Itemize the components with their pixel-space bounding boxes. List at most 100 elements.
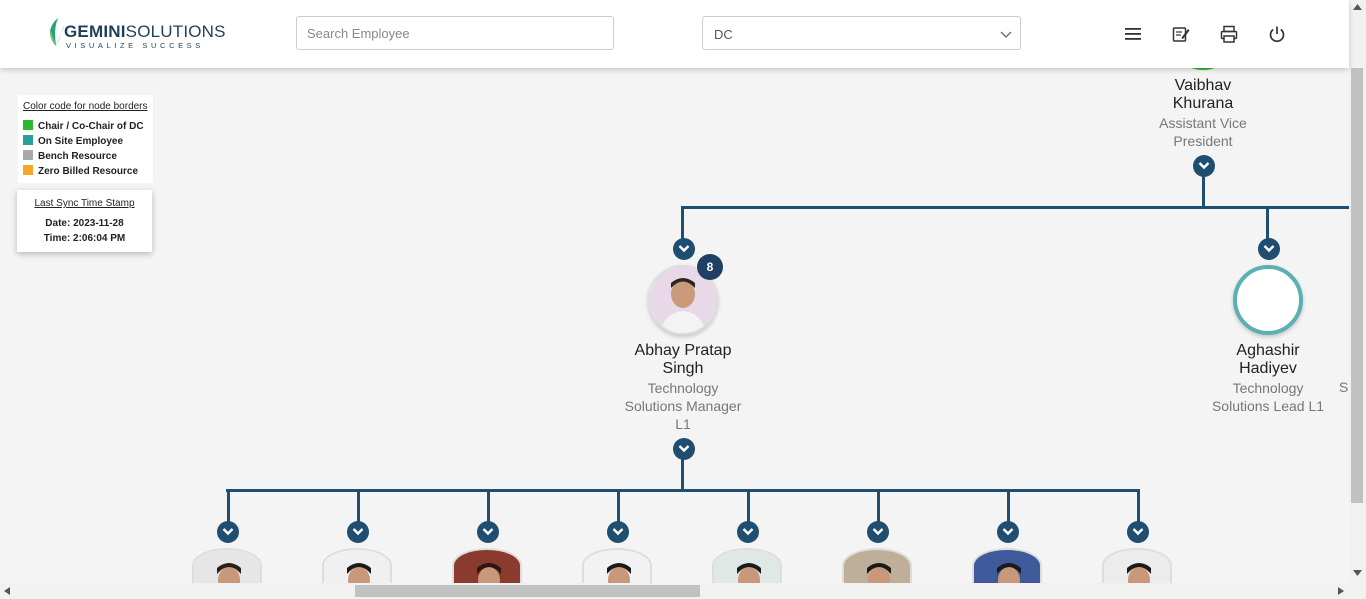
root-title-line: President xyxy=(1173,133,1233,149)
expand-toggle[interactable] xyxy=(1127,521,1149,543)
employee-avatar[interactable] xyxy=(712,548,782,583)
employee-title-line: L1 xyxy=(675,416,691,432)
expand-toggle[interactable] xyxy=(477,521,499,543)
legend-label: Chair / Co-Chair of DC xyxy=(38,121,144,132)
expand-toggle[interactable] xyxy=(607,521,629,543)
legend-swatch xyxy=(23,120,33,130)
person-photo xyxy=(714,550,780,583)
employee-avatar[interactable] xyxy=(1102,548,1172,583)
root-name: Vaibhav Khurana xyxy=(1128,77,1278,113)
scroll-down-arrow-icon[interactable] xyxy=(1353,570,1362,576)
vertical-scroll-thumb[interactable] xyxy=(1351,68,1363,503)
horizontal-scrollbar[interactable] xyxy=(0,583,1349,599)
gemini-logo[interactable]: GEMINISOLUTIONS VISUALIZE SUCCESS xyxy=(46,16,226,52)
employee-avatar[interactable] xyxy=(842,548,912,583)
chevron-down-icon xyxy=(678,245,690,253)
search-employee-input[interactable] xyxy=(296,16,614,50)
employee-name-line: Aghashir xyxy=(1236,342,1300,359)
legend-item: Chair / Co-Chair of DC xyxy=(23,120,144,132)
connector-line xyxy=(1007,489,1010,523)
top-header: GEMINISOLUTIONS VISUALIZE SUCCESS DC xyxy=(0,0,1349,68)
connector-line xyxy=(681,206,1349,209)
legend-label: Zero Billed Resource xyxy=(38,166,139,177)
employee-name: Aghashir Hadiyev xyxy=(1193,342,1343,378)
connector-line xyxy=(226,489,1140,492)
employee-title-line: Solutions Lead L1 xyxy=(1211,398,1325,414)
employee-name-line: Singh xyxy=(662,360,704,377)
expand-toggle[interactable] xyxy=(1193,155,1215,177)
chevron-down-icon xyxy=(1000,31,1012,38)
employee-avatar[interactable] xyxy=(452,548,522,583)
legend-swatch xyxy=(23,150,33,160)
connector-line xyxy=(227,489,230,523)
leaf-icon xyxy=(49,18,65,46)
last-sync-panel: Last Sync Time Stamp Date: 2023-11-28 Ti… xyxy=(17,190,152,252)
chevron-down-icon xyxy=(1002,528,1014,536)
vertical-scrollbar[interactable] xyxy=(1349,0,1366,583)
legend-item: Zero Billed Resource xyxy=(23,165,138,177)
connector-line xyxy=(357,489,360,523)
expand-toggle[interactable] xyxy=(673,238,695,260)
legend-label: On Site Employee xyxy=(38,136,124,147)
expand-toggle[interactable] xyxy=(867,521,889,543)
scrollbar-corner xyxy=(1349,583,1366,599)
expand-toggle[interactable] xyxy=(737,521,759,543)
legend-title: Color code for node borders xyxy=(23,101,148,112)
power-icon[interactable] xyxy=(1267,24,1287,44)
employee-avatar[interactable] xyxy=(1233,265,1303,335)
root-name-line: Khurana xyxy=(1172,95,1234,112)
chevron-down-icon xyxy=(1263,245,1275,253)
person-photo xyxy=(194,550,260,583)
employee-avatar[interactable] xyxy=(192,548,262,583)
edit-note-icon[interactable] xyxy=(1171,24,1191,44)
employee-title: Technology Solutions Manager L1 xyxy=(608,379,758,433)
connector-line xyxy=(617,489,620,523)
menu-icon[interactable] xyxy=(1123,24,1143,44)
employee-name-line: Hadiyev xyxy=(1239,360,1297,377)
employee-avatar[interactable] xyxy=(582,548,652,583)
legend-swatch xyxy=(23,135,33,145)
root-title-line: Assistant Vice xyxy=(1159,115,1247,131)
connector-line xyxy=(1266,206,1269,240)
scroll-up-arrow-icon[interactable] xyxy=(1353,4,1362,10)
employee-name: Abhay Pratap Singh xyxy=(608,342,758,378)
expand-toggle[interactable] xyxy=(673,438,695,460)
connector-line xyxy=(877,489,880,523)
person-photo xyxy=(324,550,390,583)
employee-avatar[interactable] xyxy=(322,548,392,583)
person-photo xyxy=(974,550,1040,583)
employee-name-line: Abhay Pratap xyxy=(634,342,732,359)
legend-label: Bench Resource xyxy=(38,151,117,162)
person-photo xyxy=(454,550,520,583)
employee-avatar[interactable] xyxy=(972,548,1042,583)
cut-off-title-fragment: S xyxy=(1339,379,1349,395)
chevron-down-icon xyxy=(1132,528,1144,536)
root-name-line: Vaibhav xyxy=(1174,77,1232,94)
chevron-down-icon xyxy=(482,528,494,536)
scroll-left-arrow-icon[interactable] xyxy=(4,587,10,595)
sync-date: Date: 2023-11-28 xyxy=(45,218,124,229)
expand-toggle[interactable] xyxy=(217,521,239,543)
expand-toggle[interactable] xyxy=(1258,238,1280,260)
connector-line xyxy=(681,458,684,491)
printer-icon[interactable] xyxy=(1219,24,1239,44)
legend-swatch xyxy=(23,165,33,175)
chevron-down-icon xyxy=(222,528,234,536)
sync-title: Last Sync Time Stamp xyxy=(34,198,135,209)
horizontal-scroll-thumb[interactable] xyxy=(355,585,700,597)
dc-select[interactable]: DC xyxy=(702,16,1021,50)
expand-toggle[interactable] xyxy=(347,521,369,543)
employee-title-line: Solutions Manager xyxy=(624,398,742,414)
expand-toggle[interactable] xyxy=(997,521,1019,543)
employee-title-line: Technology xyxy=(647,380,719,396)
chevron-down-icon xyxy=(678,445,690,453)
chevron-down-icon xyxy=(742,528,754,536)
connector-line xyxy=(681,206,684,240)
person-photo xyxy=(584,550,650,583)
sync-time: Time: 2:06:04 PM xyxy=(43,233,126,244)
scroll-right-arrow-icon[interactable] xyxy=(1338,587,1344,595)
employee-title: Technology Solutions Lead L1 xyxy=(1193,379,1343,415)
chevron-down-icon xyxy=(1198,162,1210,170)
chevron-down-icon xyxy=(872,528,884,536)
logo-brand: GEMINISOLUTIONS xyxy=(64,22,226,41)
